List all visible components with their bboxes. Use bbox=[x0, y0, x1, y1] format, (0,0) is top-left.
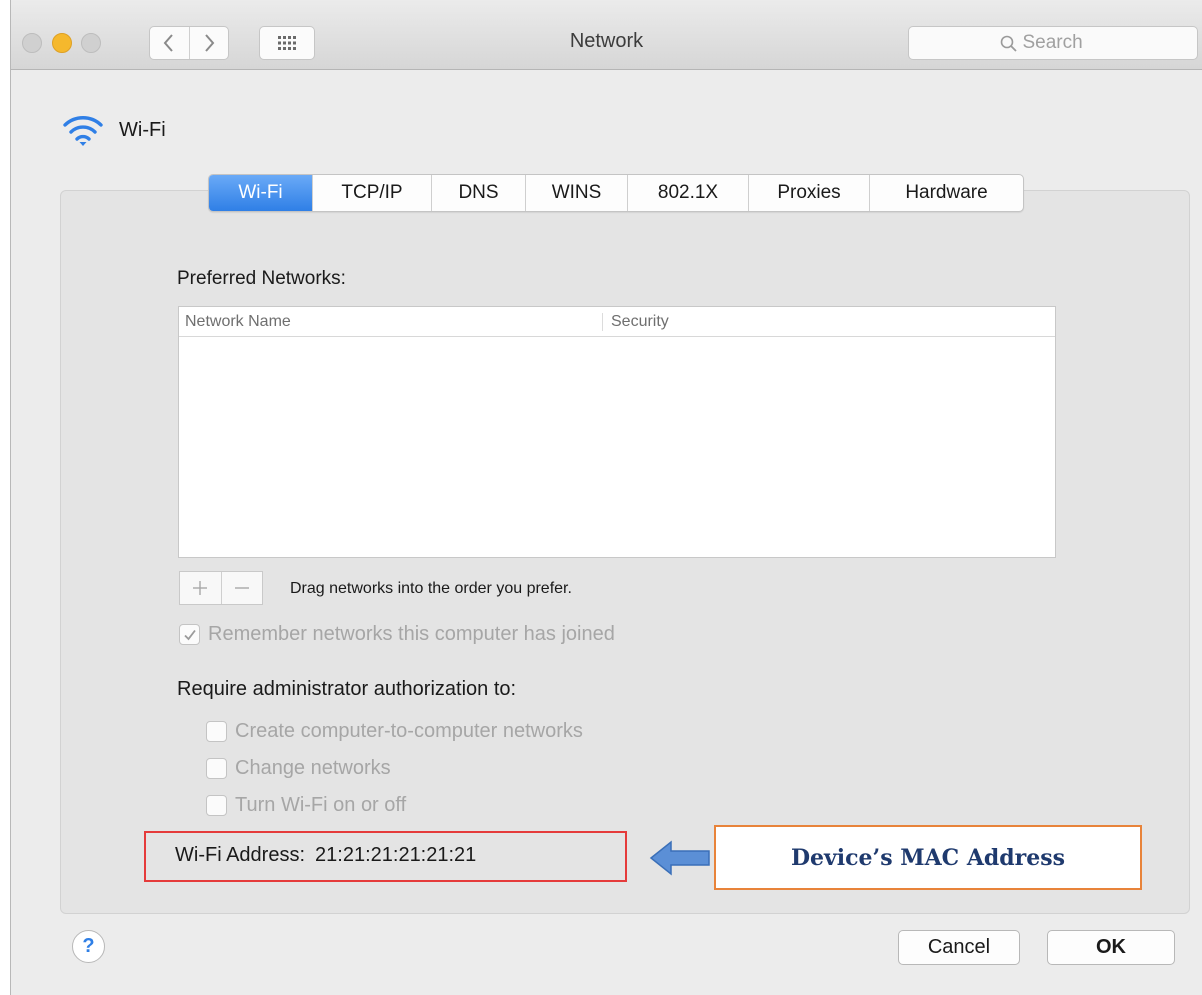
change-networks-checkbox[interactable] bbox=[206, 758, 227, 779]
wifi-address-row: Wi-Fi Address: 21:21:21:21:21:21 bbox=[175, 844, 476, 867]
tab-wifi[interactable]: Wi-Fi bbox=[209, 175, 312, 211]
wifi-address-label: Wi-Fi Address: bbox=[175, 844, 306, 866]
change-networks-label: Change networks bbox=[235, 757, 391, 779]
search-field[interactable] bbox=[908, 26, 1198, 60]
remember-networks-option[interactable]: Remember networks this computer has join… bbox=[179, 623, 615, 646]
change-networks-option[interactable]: Change networks bbox=[206, 757, 391, 780]
preferred-networks-table[interactable]: Network Name Security bbox=[178, 306, 1056, 558]
tab-wins[interactable]: WINS bbox=[525, 175, 627, 211]
tab-bar: Wi-Fi TCP/IP DNS WINS 802.1X Proxies Har… bbox=[208, 174, 1024, 212]
require-admin-label: Require administrator authorization to: bbox=[177, 678, 517, 700]
tab-proxies[interactable]: Proxies bbox=[748, 175, 869, 211]
toggle-wifi-checkbox[interactable] bbox=[206, 795, 227, 816]
column-network-name[interactable]: Network Name bbox=[179, 312, 603, 331]
interface-name: Wi-Fi bbox=[119, 118, 166, 141]
plus-icon bbox=[193, 581, 208, 595]
ok-button[interactable]: OK bbox=[1047, 930, 1175, 965]
network-window: Network Wi-Fi Wi-Fi TCP/IP DNS WINS 802.… bbox=[10, 0, 1202, 995]
search-input[interactable] bbox=[1022, 32, 1107, 54]
wifi-icon bbox=[63, 116, 103, 146]
remember-networks-label: Remember networks this computer has join… bbox=[208, 623, 615, 645]
mac-address-callout: Device’s MAC Address bbox=[714, 825, 1142, 890]
remember-networks-checkbox[interactable] bbox=[179, 624, 200, 645]
column-security[interactable]: Security bbox=[603, 313, 669, 331]
cancel-button[interactable]: Cancel bbox=[898, 930, 1020, 965]
create-networks-option[interactable]: Create computer-to-computer networks bbox=[206, 720, 583, 743]
preferred-networks-label: Preferred Networks: bbox=[177, 268, 346, 289]
create-networks-checkbox[interactable] bbox=[206, 721, 227, 742]
tab-tcpip[interactable]: TCP/IP bbox=[312, 175, 431, 211]
drag-hint: Drag networks into the order you prefer. bbox=[290, 580, 572, 597]
minus-icon bbox=[234, 587, 249, 589]
table-header: Network Name Security bbox=[179, 307, 1055, 337]
create-networks-label: Create computer-to-computer networks bbox=[235, 720, 583, 742]
interface-header: Wi-Fi bbox=[61, 112, 166, 148]
tab-dns[interactable]: DNS bbox=[431, 175, 525, 211]
help-button[interactable]: ? bbox=[72, 930, 105, 963]
arrow-left-icon bbox=[649, 840, 710, 876]
tab-hardware[interactable]: Hardware bbox=[869, 175, 1023, 211]
add-network-button[interactable] bbox=[180, 572, 221, 604]
search-icon bbox=[1000, 35, 1017, 52]
checkmark-icon bbox=[183, 629, 196, 640]
title-bar: Network bbox=[11, 0, 1202, 70]
wifi-address-value: 21:21:21:21:21:21 bbox=[315, 844, 477, 866]
tab-8021x[interactable]: 802.1X bbox=[627, 175, 748, 211]
remove-network-button[interactable] bbox=[220, 572, 263, 604]
add-remove-buttons bbox=[179, 571, 263, 605]
toggle-wifi-option[interactable]: Turn Wi-Fi on or off bbox=[206, 794, 406, 817]
toggle-wifi-label: Turn Wi-Fi on or off bbox=[235, 794, 407, 816]
